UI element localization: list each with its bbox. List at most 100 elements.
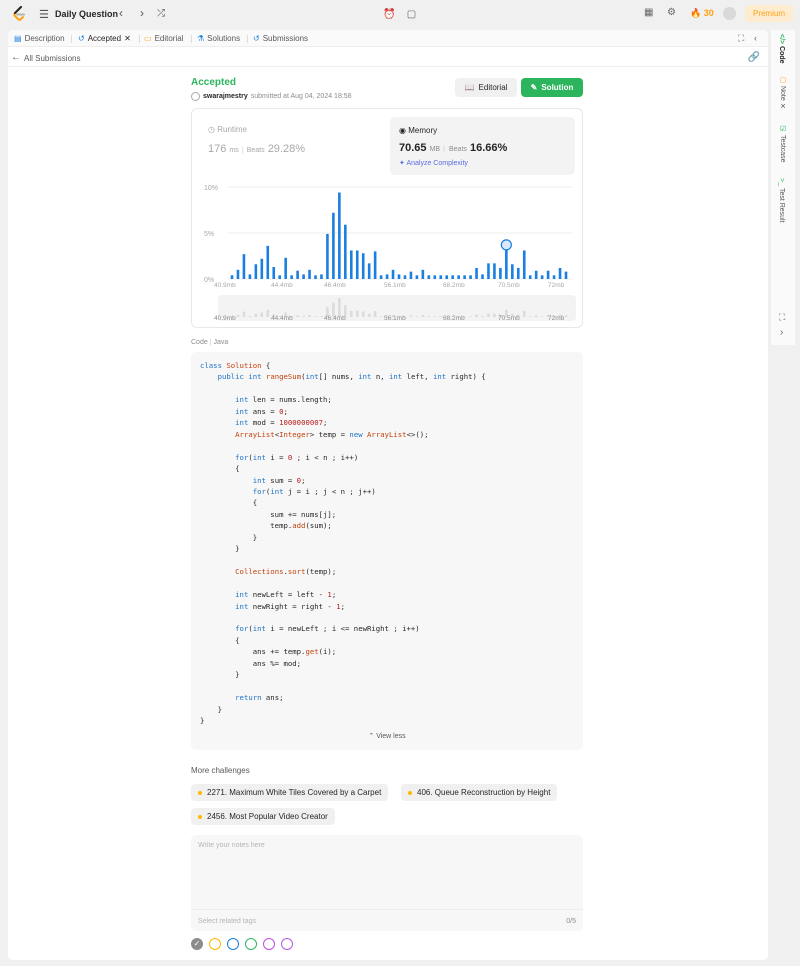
chart-bar[interactable] — [505, 245, 508, 279]
chart-bar[interactable] — [499, 267, 502, 279]
chart-bar[interactable] — [320, 274, 323, 279]
editorial-button[interactable]: 📖 Editorial — [455, 78, 517, 97]
close-tab-icon[interactable]: ✕ — [124, 34, 131, 43]
color-yellow[interactable] — [209, 938, 221, 950]
chart-bar[interactable] — [302, 274, 305, 279]
username[interactable]: swarajmestry — [203, 93, 248, 100]
tab-accepted[interactable]: ↺ Accepted ✕ — [78, 34, 131, 43]
color-purple[interactable] — [281, 938, 293, 950]
chart-bar[interactable] — [487, 263, 490, 279]
solution-button[interactable]: ✎ Solution — [521, 78, 583, 97]
chart-bar[interactable] — [439, 275, 443, 279]
next-problem-icon[interactable]: › — [140, 6, 144, 20]
view-less-button[interactable]: ⌃ View less — [191, 732, 583, 740]
memory-distribution-chart[interactable]: 10%5%0%40.9mb 44.4mb 46.4mb 56.1mb 68.2mb 70.… — [200, 179, 576, 325]
tab-editorial[interactable]: ▭ Editorial — [144, 34, 183, 43]
chart-bar[interactable] — [427, 275, 431, 279]
side-tab-test-result[interactable]: >_ Test Result — [778, 178, 785, 223]
share-link-icon[interactable]: 🔗 — [748, 52, 760, 63]
chart-bar[interactable] — [254, 264, 258, 279]
prev-problem-icon[interactable]: ‹ — [119, 6, 123, 20]
tab-solutions[interactable]: ⚗ Solutions — [197, 34, 240, 43]
chart-bar[interactable] — [415, 275, 419, 279]
collapse-icon[interactable]: ‹ — [754, 33, 757, 43]
problem-list-icon[interactable]: ☰ — [39, 8, 49, 21]
chart-bar[interactable] — [463, 275, 466, 279]
tab-description[interactable]: ▤ Description — [14, 34, 65, 43]
challenge-chip[interactable]: 2271. Maximum White Tiles Covered by a C… — [191, 784, 389, 801]
all-submissions-link[interactable]: All Submissions — [24, 54, 80, 63]
chart-bar[interactable] — [373, 251, 377, 279]
chart-bar[interactable] — [230, 275, 234, 279]
chart-bar[interactable] — [451, 275, 454, 279]
leetcode-logo-icon[interactable] — [12, 6, 26, 22]
chart-bar[interactable] — [296, 270, 299, 279]
expand-icon[interactable]: ⛶ — [779, 312, 785, 323]
chart-bar[interactable] — [445, 275, 449, 279]
chart-bar[interactable] — [540, 275, 544, 279]
chart-bar[interactable] — [528, 275, 532, 279]
side-tab-testcase[interactable]: ☑ Testcase — [778, 125, 786, 163]
chart-bar[interactable] — [355, 250, 359, 279]
memory-box[interactable]: ◉ Memory 70.65 MB | Beats 16.66% ✦ Analyz… — [390, 117, 575, 175]
chart-bar[interactable] — [481, 274, 484, 279]
streak-counter[interactable]: 🔥 30 — [690, 8, 714, 19]
chart-bar[interactable] — [332, 212, 335, 279]
color-gray-selected[interactable]: ✓ — [191, 938, 203, 950]
chart-bar[interactable] — [433, 275, 437, 279]
chart-bar[interactable] — [397, 274, 401, 279]
chart-bar[interactable] — [344, 224, 347, 279]
side-tab-note[interactable]: ▢ Note ✕ — [778, 76, 786, 111]
challenge-chip[interactable]: 2456. Most Popular Video Creator — [191, 808, 335, 825]
tags-placeholder[interactable]: Select related tags — [198, 918, 256, 925]
chart-bar[interactable] — [326, 233, 329, 279]
chart-bar[interactable] — [266, 245, 270, 279]
chart-bar[interactable] — [242, 254, 246, 279]
chart-bar[interactable] — [534, 270, 538, 279]
shuffle-icon[interactable]: ⤮ — [157, 8, 165, 19]
notes-placeholder[interactable]: Write your notes here — [198, 842, 265, 849]
chart-bar[interactable] — [367, 263, 371, 279]
chart-bar[interactable] — [564, 271, 568, 279]
close-icon[interactable]: ✕ — [779, 103, 786, 111]
timer-icon[interactable]: ⏰ — [381, 6, 398, 22]
tags-row[interactable]: Select related tags 0/5 — [191, 909, 583, 931]
chart-bar[interactable] — [260, 258, 264, 279]
chart-bar[interactable] — [457, 275, 460, 279]
color-blue[interactable] — [227, 938, 239, 950]
chart-bar[interactable] — [391, 269, 395, 279]
chart-bar[interactable] — [314, 275, 317, 279]
chart-bar[interactable] — [284, 257, 287, 279]
user-avatar[interactable] — [723, 7, 736, 20]
color-green[interactable] — [245, 938, 257, 950]
layout-icon[interactable]: ▦ — [644, 7, 653, 18]
chart-bar[interactable] — [272, 267, 276, 279]
chart-bar[interactable] — [516, 267, 520, 279]
notes-area[interactable]: Write your notes here Select related tag… — [191, 835, 583, 931]
runtime-box[interactable]: ◷ Runtime 176 ms | Beats 29.28% — [200, 117, 380, 172]
chart-bar[interactable] — [379, 275, 383, 279]
daily-question-title[interactable]: Daily Question — [55, 9, 118, 19]
chart-bar[interactable] — [248, 274, 252, 279]
chart-bar[interactable] — [475, 267, 478, 279]
challenge-chip[interactable]: 406. Queue Reconstruction by Height — [401, 784, 558, 801]
back-arrow-icon[interactable]: ← — [11, 52, 21, 63]
maximize-icon[interactable]: ⛶ — [738, 33, 744, 44]
chart-bar[interactable] — [403, 275, 407, 279]
chart-bar[interactable] — [558, 267, 562, 279]
chart-bar[interactable] — [236, 269, 240, 279]
side-tab-code[interactable]: </> Code — [778, 34, 785, 64]
chart-bar[interactable] — [511, 264, 514, 279]
chart-bar[interactable] — [409, 271, 413, 279]
analyze-complexity-link[interactable]: ✦ Analyze Complexity — [399, 159, 468, 167]
notes-icon[interactable]: ▢ — [403, 6, 420, 22]
chart-bar[interactable] — [493, 263, 496, 279]
chart-bar[interactable] — [290, 275, 293, 279]
chart-bar[interactable] — [385, 274, 389, 279]
chart-bar[interactable] — [308, 269, 311, 279]
settings-gear-icon[interactable]: ⚙ — [667, 7, 676, 18]
chart-bar[interactable] — [421, 269, 425, 279]
chevron-right-icon[interactable]: › — [780, 327, 783, 338]
premium-button[interactable]: Premium — [745, 5, 793, 22]
chart-bar[interactable] — [361, 253, 365, 279]
